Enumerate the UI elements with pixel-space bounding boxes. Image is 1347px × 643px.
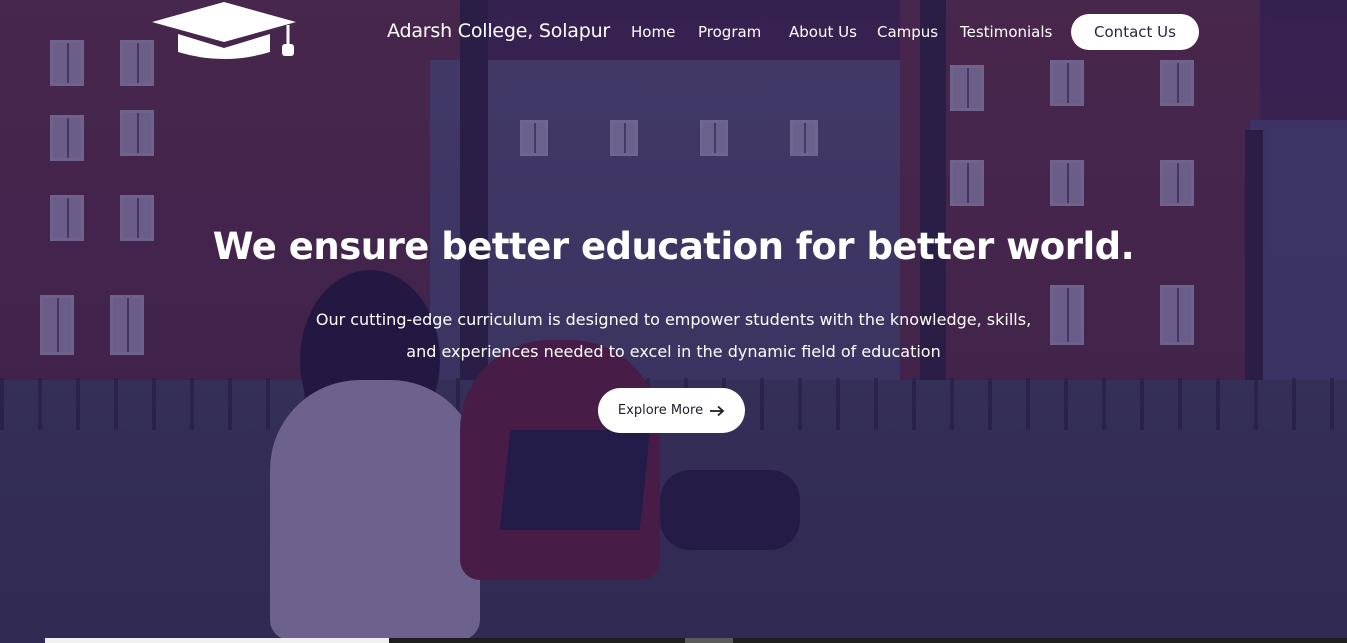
contact-us-label: Contact Us (1094, 23, 1176, 41)
nav-campus[interactable]: Campus (877, 23, 938, 41)
scrollbar-thumb[interactable] (45, 638, 389, 643)
arrow-right-icon (709, 405, 725, 417)
nav-program[interactable]: Program (698, 23, 761, 41)
nav-about-us[interactable]: About Us (789, 23, 857, 41)
graduation-cap-icon[interactable] (148, 0, 300, 62)
nav-home[interactable]: Home (631, 23, 675, 41)
scrollbar-segment (685, 638, 733, 643)
hero-subtext-line2: and experiences needed to excel in the d… (406, 342, 941, 361)
explore-more-label: Explore More (617, 403, 704, 418)
horizontal-scrollbar[interactable] (45, 638, 1347, 643)
hero-headline: We ensure better education for better wo… (212, 225, 1135, 268)
brand-name[interactable]: Adarsh College, Solapur (387, 20, 610, 42)
nav-testimonials[interactable]: Testimonials (960, 23, 1052, 41)
hero-subtext-line1: Our cutting-edge curriculum is designed … (315, 310, 1032, 329)
contact-us-button[interactable]: Contact Us (1071, 14, 1199, 50)
hero-section: Adarsh College, Solapur Home Program Abo… (0, 0, 1347, 643)
explore-more-button[interactable]: Explore More (598, 388, 745, 433)
